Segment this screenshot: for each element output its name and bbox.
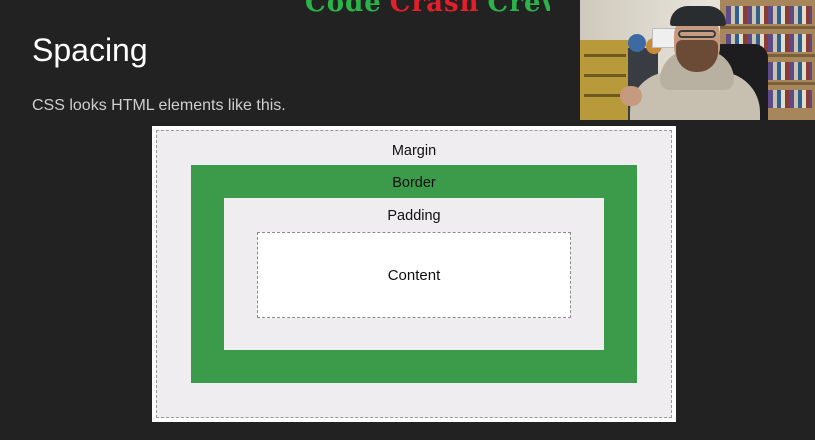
margin-box: Margin Border Padding Content [156,130,672,418]
slide-title: Spacing [32,32,148,68]
box-model-diagram: Margin Border Padding Content [152,126,676,422]
webcam-wall-unit [652,28,676,48]
content-box: Content [257,232,571,318]
padding-label: Padding [387,208,441,224]
logo-word-code: Code [305,0,382,14]
channel-logo: Code Crash Crew [305,0,550,14]
logo-word-crash: Crash [390,0,480,14]
webcam-person-hand [620,86,642,106]
padding-box: Padding Content [224,198,604,350]
content-label: Content [387,267,441,284]
webcam-overlay [580,0,815,120]
border-box: Border Padding Content [191,165,637,383]
webcam-globe [628,34,646,52]
border-label: Border [392,175,436,191]
logo-word-crew: Crew [488,0,550,14]
slide-subtitle: CSS looks HTML elements like this. [32,97,286,114]
margin-label: Margin [391,143,437,159]
webcam-yellow-shelf [580,40,630,120]
webcam-person-glasses [678,30,716,38]
webcam-person-cap [670,6,726,26]
